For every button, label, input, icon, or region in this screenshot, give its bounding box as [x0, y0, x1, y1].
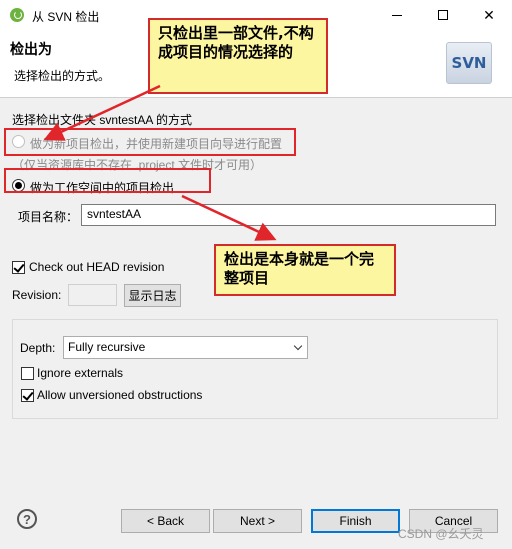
back-button[interactable]: < Back: [121, 509, 210, 533]
highlight-workspace-option: [4, 168, 211, 193]
next-button[interactable]: Next >: [213, 509, 302, 533]
checkout-method-label: 选择检出文件夹 svntestAA 的方式: [12, 113, 193, 127]
ignore-externals-label: Ignore externals: [37, 366, 124, 380]
finish-button[interactable]: Finish: [311, 509, 400, 533]
annotation-note-top: 只检出里一部文件,不构成项目的情况选择的: [148, 18, 328, 94]
spring-app-icon: [10, 8, 24, 22]
depth-select[interactable]: Fully recursive: [63, 336, 308, 359]
close-icon: ✕: [483, 6, 495, 23]
revision-input[interactable]: [68, 284, 117, 306]
page-title: 检出为: [10, 41, 52, 57]
annotation-note-middle: 检出是本身就是一个完整项目: [214, 244, 396, 296]
depth-select-value: Fully recursive: [68, 340, 146, 354]
allow-unversioned-checkbox[interactable]: [21, 389, 34, 402]
allow-unversioned-label: Allow unversioned obstructions: [37, 388, 203, 402]
wizard-body: 选择检出文件夹 svntestAA 的方式 做为新项目检出，并使用新建项目向导进…: [0, 99, 512, 499]
svn-logo: SVN: [446, 42, 492, 84]
ignore-externals-checkbox[interactable]: [21, 367, 34, 380]
maximize-icon: [438, 10, 448, 20]
head-revision-label: Check out HEAD revision: [29, 260, 165, 274]
help-icon[interactable]: ?: [17, 509, 37, 529]
revision-label: Revision:: [12, 288, 62, 302]
depth-label: Depth:: [20, 341, 56, 355]
project-name-input[interactable]: svntestAA: [81, 204, 496, 226]
minimize-icon: [392, 14, 402, 16]
page-description: 选择检出的方式。: [14, 69, 111, 83]
svn-logo-text: SVN: [451, 54, 487, 72]
minimize-button[interactable]: [374, 0, 420, 30]
project-name-label: 项目名称：: [18, 210, 79, 224]
maximize-button[interactable]: [420, 0, 466, 30]
highlight-new-project-option: [4, 128, 296, 156]
chevron-down-icon: [293, 341, 303, 351]
depth-group: Depth: Fully recursive Ignore externals …: [12, 319, 498, 419]
window-title: 从 SVN 检出: [32, 10, 100, 24]
watermark: CSDN @幺夭灵: [398, 527, 484, 541]
close-button[interactable]: ✕: [466, 0, 512, 30]
head-revision-checkbox[interactable]: [12, 261, 25, 274]
show-log-button[interactable]: 显示日志: [124, 284, 181, 307]
